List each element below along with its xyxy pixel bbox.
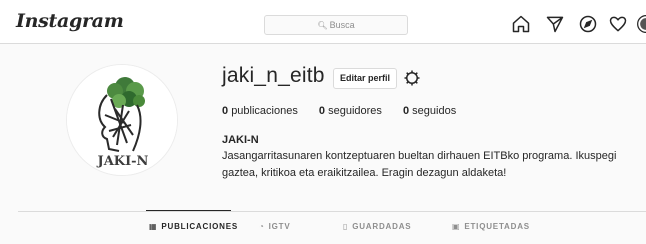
profile-avatar-icon[interactable] (636, 14, 646, 34)
bookmark-icon: ▯ (343, 222, 349, 231)
tab-igtv-label: IGTV (268, 222, 291, 231)
search-input[interactable]: 🔍︎ Busca (264, 15, 408, 35)
top-nav-bar: Instagram 🔍︎ Busca (0, 0, 646, 44)
profile-avatar[interactable]: JAKI-N (66, 64, 178, 176)
home-icon[interactable] (511, 14, 531, 34)
instagram-logo[interactable]: Instagram (16, 10, 124, 32)
stat-followers[interactable]: 0 seguidores (319, 105, 382, 117)
profile-full-name: JAKI-N (222, 134, 259, 146)
stat-following-label: seguidos (412, 105, 457, 117)
stat-followers-count: 0 (318, 105, 326, 117)
grid-icon: ▦ (149, 222, 158, 231)
tab-guardadas-label: GUARDADAS (352, 222, 412, 231)
direct-icon[interactable] (545, 14, 565, 34)
tab-guardadas[interactable]: ▯ GUARDADAS (343, 222, 411, 231)
settings-gear-icon[interactable] (403, 69, 421, 87)
explore-icon[interactable] (578, 14, 598, 34)
search-placeholder: Busca (329, 20, 355, 30)
tab-igtv[interactable]: ◔ IGTV (259, 222, 291, 231)
tag-icon: ▣ (452, 222, 461, 231)
tab-etiquetadas[interactable]: ▣ ETIQUETADAS (452, 222, 530, 231)
svg-text:JAKI-N: JAKI-N (97, 154, 149, 169)
edit-profile-button[interactable]: Editar perfil (333, 68, 398, 89)
stat-following[interactable]: 0 seguidos (403, 105, 456, 117)
activity-icon[interactable] (608, 14, 628, 34)
tabs-divider (18, 211, 646, 212)
stat-followers-label: seguidores (328, 105, 382, 117)
active-tab-indicator (146, 210, 231, 211)
profile-stats: 0 publicaciones 0 seguidores 0 seguidos (222, 105, 474, 117)
stat-posts-count: 0 (222, 105, 229, 117)
stat-posts-label: publicaciones (231, 105, 298, 117)
tab-publicaciones[interactable]: ▦ PUBLICACIONES (149, 222, 238, 231)
profile-bio: Jasangarritasunaren kontzeptuaren buelta… (222, 150, 617, 179)
search-icon: 🔍︎ (317, 21, 328, 30)
tab-publicaciones-label: PUBLICACIONES (161, 222, 238, 231)
tab-etiquetadas-label: ETIQUETADAS (464, 222, 530, 231)
stat-following-count: 0 (402, 105, 410, 117)
igtv-icon: ◔ (259, 222, 265, 231)
stat-posts: 0 publicaciones (222, 105, 298, 117)
profile-username: jaki_n_eitb (222, 64, 325, 87)
